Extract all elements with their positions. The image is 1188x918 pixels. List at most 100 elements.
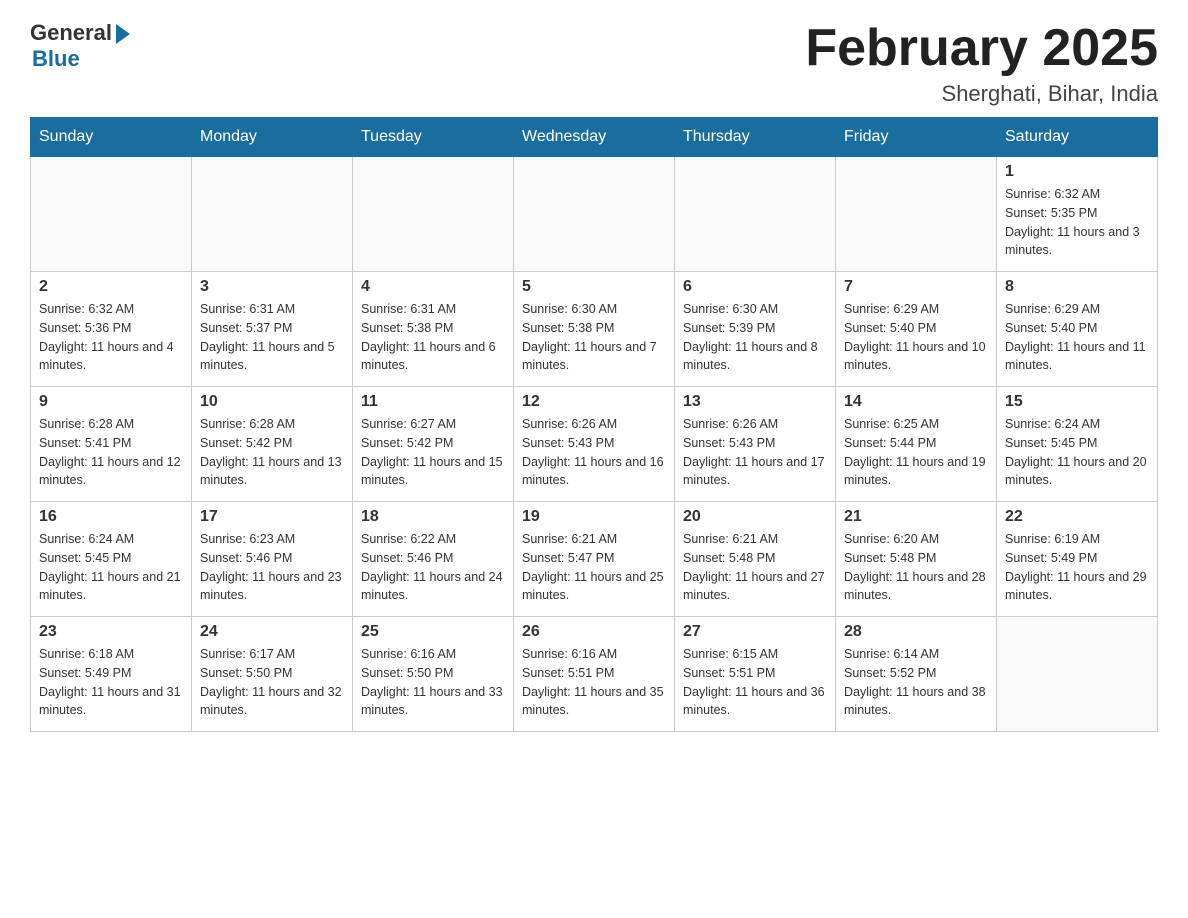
calendar-cell xyxy=(836,157,997,272)
calendar-cell: 20 Sunrise: 6:21 AM Sunset: 5:48 PM Dayli… xyxy=(675,502,836,617)
month-title: February 2025 xyxy=(805,20,1158,77)
calendar-cell: 3 Sunrise: 6:31 AM Sunset: 5:37 PM Daylig… xyxy=(192,272,353,387)
weekday-header-monday: Monday xyxy=(192,118,353,157)
day-info-text: Sunrise: 6:28 AM Sunset: 5:41 PM Dayligh… xyxy=(39,415,183,490)
calendar-table: SundayMondayTuesdayWednesdayThursdayFrid… xyxy=(30,117,1158,732)
calendar-cell: 1Sunrise: 6:32 AM Sunset: 5:35 PM Daylig… xyxy=(997,157,1158,272)
day-number: 8 xyxy=(1005,278,1149,296)
day-number: 23 xyxy=(39,623,183,641)
calendar-cell: 21Sunrise: 6:20 AM Sunset: 5:48 PM Dayli… xyxy=(836,502,997,617)
calendar-cell: 11 Sunrise: 6:27 AM Sunset: 5:42 PM Dayli… xyxy=(353,387,514,502)
weekday-header-saturday: Saturday xyxy=(997,118,1158,157)
day-info-text: Sunrise: 6:29 AM Sunset: 5:40 PM Dayligh… xyxy=(844,300,988,375)
calendar-cell: 8 Sunrise: 6:29 AM Sunset: 5:40 PM Daylig… xyxy=(997,272,1158,387)
title-section: February 2025 Sherghati, Bihar, India xyxy=(805,20,1158,107)
day-info-text: Sunrise: 6:31 AM Sunset: 5:38 PM Dayligh… xyxy=(361,300,505,375)
day-number: 7 xyxy=(844,278,988,296)
day-info-text: Sunrise: 6:16 AM Sunset: 5:51 PM Dayligh… xyxy=(522,645,666,720)
week-row-2: 2Sunrise: 6:32 AM Sunset: 5:36 PM Daylig… xyxy=(31,272,1158,387)
calendar-cell: 24 Sunrise: 6:17 AM Sunset: 5:50 PM Dayli… xyxy=(192,617,353,732)
weekday-header-sunday: Sunday xyxy=(31,118,192,157)
day-number: 27 xyxy=(683,623,827,641)
calendar-cell: 12 Sunrise: 6:26 AM Sunset: 5:43 PM Dayli… xyxy=(514,387,675,502)
week-row-3: 9 Sunrise: 6:28 AM Sunset: 5:41 PM Daylig… xyxy=(31,387,1158,502)
calendar-cell: 5 Sunrise: 6:30 AM Sunset: 5:38 PM Daylig… xyxy=(514,272,675,387)
day-number: 24 xyxy=(200,623,344,641)
calendar-cell: 4 Sunrise: 6:31 AM Sunset: 5:38 PM Daylig… xyxy=(353,272,514,387)
calendar-cell xyxy=(353,157,514,272)
day-info-text: Sunrise: 6:30 AM Sunset: 5:38 PM Dayligh… xyxy=(522,300,666,375)
day-info-text: Sunrise: 6:28 AM Sunset: 5:42 PM Dayligh… xyxy=(200,415,344,490)
day-number: 14 xyxy=(844,393,988,411)
day-number: 4 xyxy=(361,278,505,296)
day-info-text: Sunrise: 6:26 AM Sunset: 5:43 PM Dayligh… xyxy=(522,415,666,490)
calendar-cell: 16 Sunrise: 6:24 AM Sunset: 5:45 PM Dayli… xyxy=(31,502,192,617)
calendar-cell: 15 Sunrise: 6:24 AM Sunset: 5:45 PM Dayli… xyxy=(997,387,1158,502)
calendar-cell: 19 Sunrise: 6:21 AM Sunset: 5:47 PM Dayli… xyxy=(514,502,675,617)
day-number: 13 xyxy=(683,393,827,411)
location-text: Sherghati, Bihar, India xyxy=(805,81,1158,107)
logo-general-text: General xyxy=(30,20,112,46)
week-row-1: 1Sunrise: 6:32 AM Sunset: 5:35 PM Daylig… xyxy=(31,157,1158,272)
calendar-cell xyxy=(192,157,353,272)
calendar-cell: 27 Sunrise: 6:15 AM Sunset: 5:51 PM Dayli… xyxy=(675,617,836,732)
day-number: 16 xyxy=(39,508,183,526)
day-number: 11 xyxy=(361,393,505,411)
week-row-4: 16 Sunrise: 6:24 AM Sunset: 5:45 PM Dayli… xyxy=(31,502,1158,617)
calendar-cell: 13 Sunrise: 6:26 AM Sunset: 5:43 PM Dayli… xyxy=(675,387,836,502)
day-number: 5 xyxy=(522,278,666,296)
day-info-text: Sunrise: 6:31 AM Sunset: 5:37 PM Dayligh… xyxy=(200,300,344,375)
calendar-cell: 25 Sunrise: 6:16 AM Sunset: 5:50 PM Dayli… xyxy=(353,617,514,732)
calendar-cell: 14 Sunrise: 6:25 AM Sunset: 5:44 PM Dayli… xyxy=(836,387,997,502)
day-info-text: Sunrise: 6:14 AM Sunset: 5:52 PM Dayligh… xyxy=(844,645,988,720)
logo: General Blue xyxy=(30,20,130,72)
weekday-header-wednesday: Wednesday xyxy=(514,118,675,157)
calendar-cell xyxy=(675,157,836,272)
day-info-text: Sunrise: 6:21 AM Sunset: 5:48 PM Dayligh… xyxy=(683,530,827,605)
day-number: 9 xyxy=(39,393,183,411)
day-info-text: Sunrise: 6:19 AM Sunset: 5:49 PM Dayligh… xyxy=(1005,530,1149,605)
weekday-header-friday: Friday xyxy=(836,118,997,157)
day-number: 20 xyxy=(683,508,827,526)
calendar-cell xyxy=(997,617,1158,732)
day-info-text: Sunrise: 6:24 AM Sunset: 5:45 PM Dayligh… xyxy=(1005,415,1149,490)
day-info-text: Sunrise: 6:15 AM Sunset: 5:51 PM Dayligh… xyxy=(683,645,827,720)
day-info-text: Sunrise: 6:18 AM Sunset: 5:49 PM Dayligh… xyxy=(39,645,183,720)
day-info-text: Sunrise: 6:20 AM Sunset: 5:48 PM Dayligh… xyxy=(844,530,988,605)
calendar-cell: 26 Sunrise: 6:16 AM Sunset: 5:51 PM Dayli… xyxy=(514,617,675,732)
day-number: 19 xyxy=(522,508,666,526)
weekday-header-thursday: Thursday xyxy=(675,118,836,157)
calendar-cell: 2Sunrise: 6:32 AM Sunset: 5:36 PM Daylig… xyxy=(31,272,192,387)
day-info-text: Sunrise: 6:32 AM Sunset: 5:36 PM Dayligh… xyxy=(39,300,183,375)
day-number: 6 xyxy=(683,278,827,296)
day-info-text: Sunrise: 6:27 AM Sunset: 5:42 PM Dayligh… xyxy=(361,415,505,490)
week-row-5: 23 Sunrise: 6:18 AM Sunset: 5:49 PM Dayli… xyxy=(31,617,1158,732)
day-number: 12 xyxy=(522,393,666,411)
day-number: 15 xyxy=(1005,393,1149,411)
day-info-text: Sunrise: 6:16 AM Sunset: 5:50 PM Dayligh… xyxy=(361,645,505,720)
calendar-cell: 28 Sunrise: 6:14 AM Sunset: 5:52 PM Dayli… xyxy=(836,617,997,732)
day-info-text: Sunrise: 6:17 AM Sunset: 5:50 PM Dayligh… xyxy=(200,645,344,720)
day-number: 3 xyxy=(200,278,344,296)
calendar-cell: 23 Sunrise: 6:18 AM Sunset: 5:49 PM Dayli… xyxy=(31,617,192,732)
day-number: 1 xyxy=(1005,163,1149,181)
day-number: 17 xyxy=(200,508,344,526)
day-info-text: Sunrise: 6:25 AM Sunset: 5:44 PM Dayligh… xyxy=(844,415,988,490)
calendar-cell: 17Sunrise: 6:23 AM Sunset: 5:46 PM Dayli… xyxy=(192,502,353,617)
logo-arrow-icon xyxy=(116,24,130,44)
day-info-text: Sunrise: 6:29 AM Sunset: 5:40 PM Dayligh… xyxy=(1005,300,1149,375)
day-number: 26 xyxy=(522,623,666,641)
day-info-text: Sunrise: 6:21 AM Sunset: 5:47 PM Dayligh… xyxy=(522,530,666,605)
day-number: 25 xyxy=(361,623,505,641)
day-number: 22 xyxy=(1005,508,1149,526)
calendar-cell xyxy=(514,157,675,272)
day-info-text: Sunrise: 6:24 AM Sunset: 5:45 PM Dayligh… xyxy=(39,530,183,605)
calendar-cell: 6 Sunrise: 6:30 AM Sunset: 5:39 PM Daylig… xyxy=(675,272,836,387)
day-number: 18 xyxy=(361,508,505,526)
calendar-cell: 7 Sunrise: 6:29 AM Sunset: 5:40 PM Daylig… xyxy=(836,272,997,387)
calendar-cell: 9 Sunrise: 6:28 AM Sunset: 5:41 PM Daylig… xyxy=(31,387,192,502)
day-info-text: Sunrise: 6:22 AM Sunset: 5:46 PM Dayligh… xyxy=(361,530,505,605)
day-number: 28 xyxy=(844,623,988,641)
day-info-text: Sunrise: 6:30 AM Sunset: 5:39 PM Dayligh… xyxy=(683,300,827,375)
day-info-text: Sunrise: 6:26 AM Sunset: 5:43 PM Dayligh… xyxy=(683,415,827,490)
